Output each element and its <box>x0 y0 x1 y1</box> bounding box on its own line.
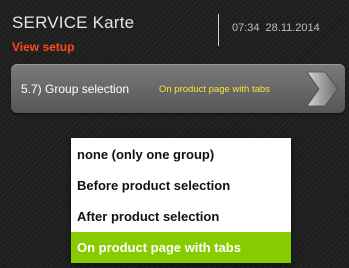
option-after-product-selection[interactable]: After product selection <box>71 201 291 232</box>
chevron-right-icon[interactable] <box>301 70 341 108</box>
header-divider <box>218 14 219 46</box>
option-on-product-page-with-tabs[interactable]: On product page with tabs <box>71 232 291 263</box>
setting-label: 5.7) Group selection <box>21 82 130 96</box>
clock: 07:34 28.11.2014 <box>232 22 320 34</box>
time-label: 07:34 <box>232 22 260 34</box>
app-title: SERVICE Karte <box>12 13 135 32</box>
setting-value: On product page with tabs <box>159 84 270 95</box>
option-before-product-selection[interactable]: Before product selection <box>71 170 291 201</box>
header: SERVICE Karte View setup 07:34 28.11.2014 <box>0 0 349 58</box>
group-selection-dropdown: none (only one group) Before product sel… <box>71 138 291 263</box>
option-none[interactable]: none (only one group) <box>71 139 291 170</box>
view-setup-title: View setup <box>12 40 75 54</box>
date-label: 28.11.2014 <box>265 22 320 34</box>
group-selection-setting[interactable]: 5.7) Group selection On product page wit… <box>11 64 345 113</box>
